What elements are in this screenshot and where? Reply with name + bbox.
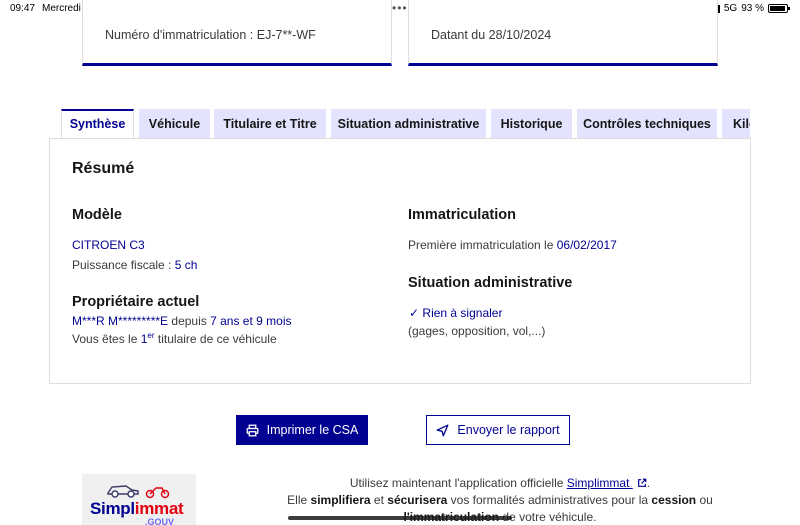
owner-name: M***R M*********E [72,314,169,328]
fiscal-power-value: 5 ch [174,258,198,272]
owner-since-value: 7 ans et 9 mois [210,314,292,328]
first-registration-date: 06/02/2017 [556,238,617,252]
promo-emphasis: simplifiera [310,493,371,507]
model-name: CITROEN C3 [72,238,145,252]
promo-line-1: Utilisez maintenant l'application offici… [230,476,770,490]
tab-titulaire[interactable]: Titulaire et Titre [214,109,326,139]
model-heading: Modèle [72,207,122,223]
tab-list: Synthèse Véhicule Titulaire et Titre Sit… [61,109,750,139]
home-indicator[interactable] [288,516,512,520]
holder-rank: 1er [141,331,155,346]
holder-suffix: titulaire de ce véhicule [157,332,277,346]
logo-word-part-1: Simpl [90,499,135,518]
battery-fill [770,6,785,11]
simplimmat-logo[interactable]: Simplimmat .GOUV [82,474,196,525]
external-link-icon [637,478,647,487]
car-and-bike-icon [107,485,170,499]
promo-text: vos formalités administratives pour la [450,493,649,507]
logo-word: Simplimmat [90,499,184,519]
promo-line-1-end: . [646,476,651,490]
summary-title: Résumé [72,160,135,177]
admin-status-text: Rien à signaler [422,306,503,320]
promo-emphasis: cession [651,493,697,507]
holder-prefix: Vous êtes le [72,332,138,346]
owner-heading: Propriétaire actuel [72,294,200,310]
send-report-label: Envoyer le rapport [457,423,560,437]
multitask-dots-icon[interactable]: ••• [392,1,408,15]
owner-since-label: depuis [171,314,207,328]
promo-text: ou [699,493,713,507]
print-csa-label: Imprimer le CSA [266,423,359,437]
tab-situation-administrative[interactable]: Situation administrative [331,109,486,139]
promo-text: de votre véhicule. [502,510,597,524]
holder-rank-sup: er [147,331,155,340]
admin-heading: Situation administrative [408,275,573,291]
tab-vehicule[interactable]: Véhicule [139,109,210,139]
tab-controles-techniques[interactable]: Contrôles techniques [577,109,717,139]
printer-icon [246,424,259,436]
promo-text: et [373,493,384,507]
battery-percent: 93 % [741,3,764,14]
simplimmat-link[interactable]: Simplimmat [567,476,647,490]
promo-text: Elle [287,493,308,507]
logo-word-part-2: immat [134,499,184,518]
send-report-button[interactable]: Envoyer le rapport [426,415,570,445]
promo-emphasis: sécurisera [387,493,448,507]
send-icon [436,424,449,436]
report-date-card: Datant du 28/10/2024 [408,0,718,66]
network-label: 5G [723,3,738,14]
print-csa-button[interactable]: Imprimer le CSA [236,415,368,445]
fiscal-power: Puissance fiscale : 5 ch [72,258,197,272]
owner-line: M***R M*********E depuis 7 ans et 9 mois [72,314,291,328]
check-icon: ✓ [409,306,420,320]
admin-status: ✓ Rien à signaler [409,306,502,320]
registration-number: Numéro d'immatriculation : EJ-7**-WF [105,28,316,42]
tab-kilometrage[interactable]: Kilo [722,109,750,139]
tab-synthese[interactable]: Synthèse [61,109,134,139]
logo-suffix: .GOUV [145,517,175,525]
first-registration-label: Première immatriculation le [408,238,554,252]
registration-card: Numéro d'immatriculation : EJ-7**-WF [82,0,392,66]
first-registration: Première immatriculation le 06/02/2017 [408,238,617,252]
tab-historique[interactable]: Historique [491,109,572,139]
admin-details: (gages, opposition, vol,...) [408,324,546,338]
battery-icon [768,4,790,13]
status-time: 09:47 [10,3,36,14]
simplimmat-link-label: Simplimmat [566,476,630,490]
promo-line-1-text: Utilisez maintenant l'application offici… [349,476,564,490]
promo-line-2: Elle simplifiera et sécurisera vos forma… [230,493,770,507]
report-date: Datant du 28/10/2024 [431,28,552,42]
registration-heading: Immatriculation [408,207,516,223]
holder-rank-line: Vous êtes le 1er titulaire de ce véhicul… [72,331,277,346]
fiscal-power-label: Puissance fiscale : [72,258,172,272]
